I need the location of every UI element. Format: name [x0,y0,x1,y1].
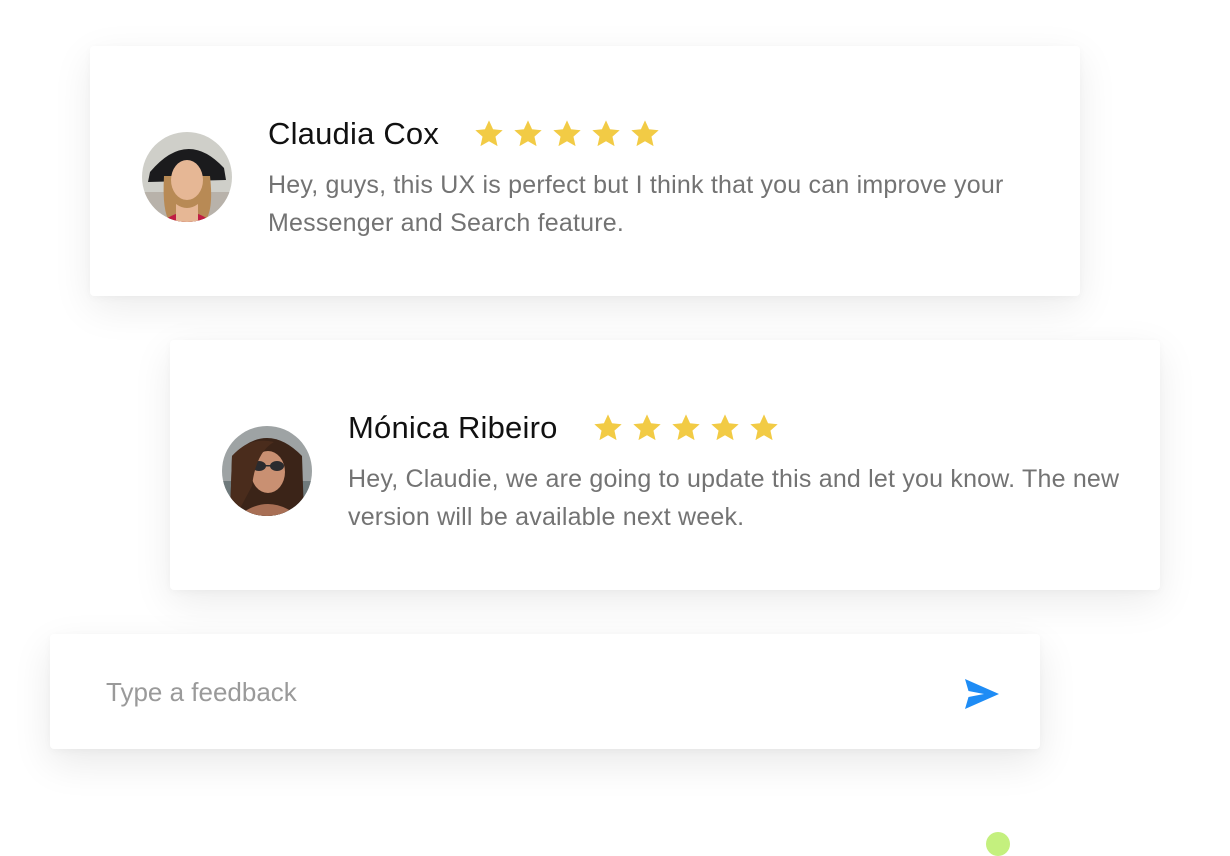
reviewer-name: Claudia Cox [268,116,440,151]
star-icon [671,414,700,441]
feedback-composer [50,634,1040,749]
avatar-photo-claudia [142,132,232,222]
star-icon [631,120,659,147]
send-icon [965,679,999,709]
decorative-dot [986,832,1010,856]
reviewer-name: Mónica Ribeiro [348,410,558,445]
star-rating [473,118,661,150]
star-icon [514,120,542,147]
feedback-input[interactable] [106,670,926,714]
avatar-photo-monica [222,426,312,516]
star-icon [749,414,778,441]
avatar [142,132,232,222]
star-icon [593,414,622,441]
star-rating [592,412,780,444]
send-button[interactable] [956,672,1008,712]
review-header: Claudia Cox [268,116,661,152]
star-icon [592,120,620,147]
review-message: Hey, Claudie, we are going to update thi… [348,465,1120,531]
review-card: Mónica Ribeiro Hey, Claudie, we are goin… [170,340,1160,590]
star-icon [475,120,503,147]
review-header: Mónica Ribeiro [348,410,780,446]
star-icon [632,414,661,441]
star-icon [710,414,739,441]
avatar [222,426,312,516]
feedback-stage: Claudia Cox Hey, guys, this UX is perfec… [0,0,1230,856]
star-icon [553,120,581,147]
review-message: Hey, guys, this UX is perfect but I thin… [268,171,1004,237]
review-card: Claudia Cox Hey, guys, this UX is perfec… [90,46,1080,296]
